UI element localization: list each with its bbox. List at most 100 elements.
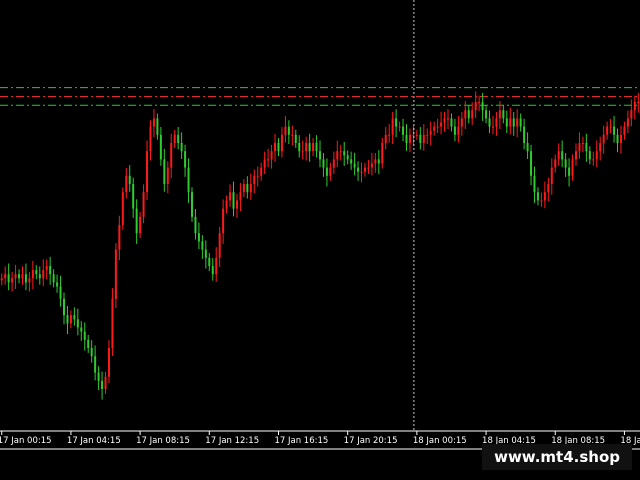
candle-body bbox=[31, 270, 34, 279]
candle-body bbox=[173, 134, 176, 143]
candle-body bbox=[291, 134, 294, 136]
candle bbox=[398, 121, 401, 132]
candle bbox=[208, 252, 211, 271]
candle-body bbox=[218, 233, 221, 258]
candle bbox=[270, 144, 273, 169]
candle bbox=[18, 269, 21, 284]
candle bbox=[402, 118, 405, 142]
candle bbox=[73, 307, 76, 326]
candle bbox=[488, 110, 491, 133]
candle bbox=[495, 112, 498, 136]
candle bbox=[322, 153, 325, 177]
candle bbox=[267, 148, 270, 168]
candle-body bbox=[294, 134, 297, 143]
candle bbox=[80, 321, 83, 341]
candle-body bbox=[59, 286, 62, 299]
candle bbox=[4, 266, 7, 285]
candle-body bbox=[270, 151, 273, 160]
candle-body bbox=[360, 171, 363, 173]
candle bbox=[260, 162, 263, 181]
candle-body bbox=[197, 233, 200, 242]
candle-body bbox=[35, 270, 38, 275]
candle-body bbox=[139, 216, 142, 234]
candle bbox=[87, 334, 90, 353]
candle-body bbox=[481, 102, 484, 111]
candle bbox=[242, 179, 245, 198]
candle-body bbox=[509, 118, 512, 127]
candle bbox=[194, 209, 197, 240]
candle-body bbox=[325, 167, 328, 176]
candle-body bbox=[357, 167, 360, 172]
candle bbox=[301, 140, 304, 159]
candle bbox=[225, 195, 228, 214]
candle bbox=[69, 310, 72, 329]
candle-body bbox=[69, 315, 72, 324]
candle bbox=[201, 235, 204, 259]
candle bbox=[350, 151, 353, 170]
candle bbox=[180, 132, 183, 159]
candle-body bbox=[267, 159, 270, 161]
candle-body bbox=[377, 159, 380, 164]
candlestick-chart[interactable]: 17 Jan 00:15 17 Jan 04:15 17 Jan 08:15 17 J… bbox=[0, 0, 640, 450]
candle-body bbox=[502, 110, 505, 119]
candle bbox=[35, 265, 38, 280]
candle bbox=[159, 127, 162, 166]
candle-body bbox=[419, 134, 422, 143]
x-tick-label: 17 Jan 20:15 bbox=[344, 436, 398, 446]
candle-body bbox=[83, 331, 86, 340]
candle-body bbox=[0, 278, 3, 281]
candle bbox=[305, 136, 308, 161]
candle bbox=[353, 152, 356, 176]
candle-body bbox=[90, 348, 93, 357]
candle-body bbox=[287, 126, 290, 135]
candle bbox=[76, 308, 79, 336]
candle-body bbox=[346, 155, 349, 160]
candle bbox=[229, 184, 232, 207]
candle bbox=[606, 121, 609, 140]
candle bbox=[343, 141, 346, 166]
candle-body bbox=[263, 159, 266, 168]
candle bbox=[294, 129, 297, 148]
candle bbox=[613, 115, 616, 143]
candle-body bbox=[222, 208, 225, 234]
candle bbox=[204, 240, 207, 269]
candle bbox=[457, 115, 460, 143]
candle-body bbox=[315, 143, 318, 152]
candle bbox=[146, 140, 149, 200]
candle-body bbox=[42, 270, 45, 279]
candle bbox=[97, 366, 100, 391]
candle-body bbox=[249, 184, 252, 193]
candle-body bbox=[588, 151, 591, 160]
candle bbox=[42, 259, 45, 287]
candle-body bbox=[298, 143, 301, 152]
candle-body bbox=[232, 192, 235, 209]
candle-body bbox=[550, 167, 553, 184]
candle bbox=[505, 110, 508, 133]
candle-body bbox=[211, 266, 214, 275]
candle bbox=[14, 264, 17, 289]
candle-body bbox=[592, 159, 595, 161]
candle-body bbox=[370, 163, 373, 168]
candle-body bbox=[184, 151, 187, 168]
candle-body bbox=[602, 134, 605, 143]
candle bbox=[184, 144, 187, 177]
candle-body bbox=[460, 118, 463, 127]
candle-body bbox=[516, 118, 519, 127]
candle bbox=[554, 154, 557, 173]
candle-body bbox=[474, 102, 477, 111]
candle-body bbox=[443, 118, 446, 123]
candle bbox=[543, 181, 546, 209]
candle-body bbox=[45, 266, 48, 271]
candle-body bbox=[312, 143, 315, 152]
candle bbox=[173, 129, 176, 148]
candle bbox=[31, 260, 34, 289]
candle-body bbox=[536, 192, 539, 201]
candle-body bbox=[467, 110, 470, 119]
candle-body bbox=[7, 274, 10, 283]
candle bbox=[467, 105, 470, 124]
candle-body bbox=[284, 126, 287, 135]
candle bbox=[59, 275, 62, 307]
candle-body bbox=[498, 110, 501, 119]
candle bbox=[509, 107, 512, 135]
price-chart[interactable]: 17 Jan 00:15 17 Jan 04:15 17 Jan 08:15 17 J… bbox=[0, 0, 640, 450]
